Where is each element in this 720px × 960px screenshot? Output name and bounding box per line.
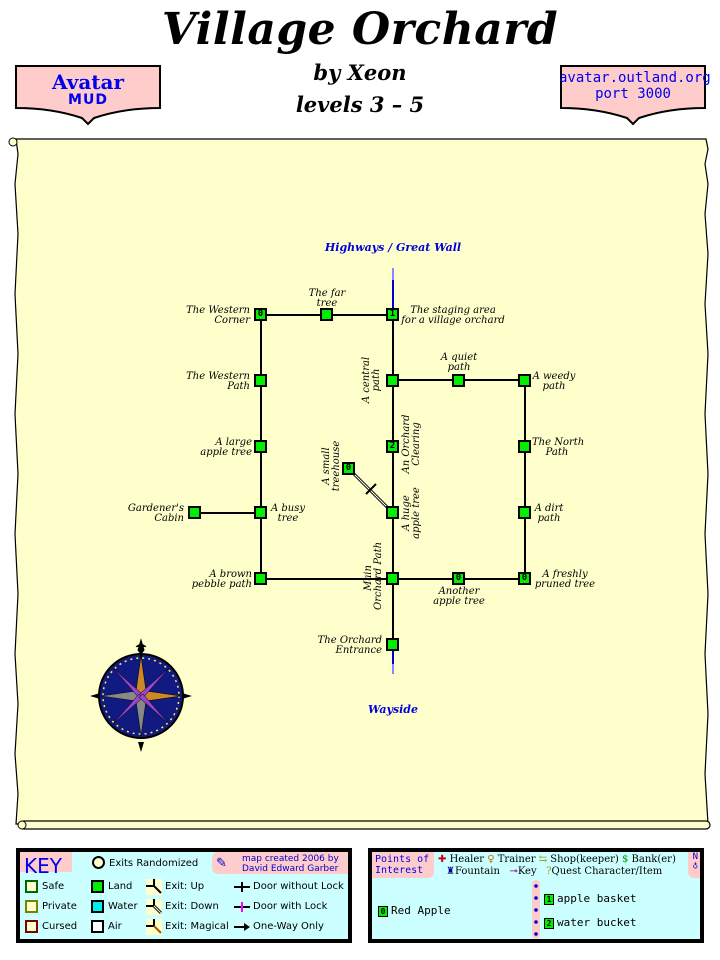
- cursed-swatch-icon: [25, 920, 38, 933]
- key-private: Private: [42, 901, 77, 912]
- key-title: KEY: [24, 854, 62, 878]
- poi-legend-row2: ♜Fountain ⊸Key ?Quest Character/Item: [446, 866, 663, 877]
- scroll-curl-top-icon: [8, 137, 18, 147]
- trainer-icon: ♀: [487, 854, 495, 865]
- key-legend-panel: KEY Exits Randomized ✎ map created 2006 …: [16, 848, 352, 943]
- poi-item: 1 apple basket: [544, 892, 636, 905]
- label-huge-apple-tree: A huge apple tree: [401, 487, 422, 539]
- key-cursed: Cursed: [42, 921, 78, 932]
- label-western-path: The Western Path: [186, 371, 250, 392]
- label-dirt-path: A dirt path: [534, 503, 564, 524]
- label-busy-tree: A busy tree: [270, 503, 306, 524]
- water-swatch-icon: [91, 900, 104, 913]
- key-one-way: One-Way Only: [253, 921, 324, 932]
- label-quiet-path: A quiet path: [440, 352, 478, 373]
- label-western-corner: The Western Corner: [186, 305, 250, 326]
- room-main-orchard-path[interactable]: [386, 572, 399, 585]
- label-brown-pebble-path: A brown pebble path: [191, 569, 252, 590]
- room-gardeners-cabin[interactable]: [188, 506, 201, 519]
- room-busy-tree[interactable]: [254, 506, 267, 519]
- label-far-tree: The far tree: [308, 288, 346, 309]
- room-western-corner[interactable]: 0: [254, 308, 267, 321]
- exit-south-label[interactable]: Wayside: [293, 703, 493, 716]
- label-gardeners-cabin: Gardener's Cabin: [127, 503, 184, 524]
- compass-rose-icon: [90, 638, 192, 752]
- shop-icon: ⇆: [538, 854, 548, 865]
- avatar-mud-sign: Avatar MUD: [14, 64, 162, 126]
- scroll-quill-icon: ✎: [216, 856, 227, 871]
- room-quiet-path[interactable]: [452, 374, 465, 387]
- server-host: avatar.outland.org: [559, 70, 711, 86]
- room-another-apple-tree[interactable]: 0: [452, 572, 465, 585]
- server-port: port 3000: [595, 86, 671, 102]
- scroll-rod-bottom: [19, 820, 711, 830]
- label-central-path: A central path: [361, 356, 382, 404]
- room-dirt-path[interactable]: [518, 506, 531, 519]
- label-another-apple-tree: Another apple tree: [433, 586, 485, 607]
- key-air: Air: [108, 921, 122, 932]
- label-staging-area: The staging area for a village orchard: [401, 305, 505, 326]
- room-western-path[interactable]: [254, 374, 267, 387]
- label-freshly-pruned-tree: A freshly pruned tree: [534, 569, 596, 590]
- poi-legend-row1: ✚ Healer ♀ Trainer ⇆ Shop(keeper) $ Bank…: [438, 854, 676, 865]
- room-small-treehouse[interactable]: 0: [342, 462, 355, 475]
- compass-north-icon: N ♁: [692, 852, 698, 871]
- healer-icon: ✚: [438, 854, 447, 865]
- door-types-icons: [234, 882, 250, 931]
- label-weedy-path: A weedy path: [532, 371, 576, 392]
- key-exit-down: Exit: Down: [165, 901, 219, 912]
- label-orchard-entrance: The Orchard Entrance: [317, 635, 382, 656]
- label-main-orchard-path: Main Orchard Path: [363, 541, 384, 610]
- room-weedy-path[interactable]: [518, 374, 531, 387]
- sign-avatar-text: Avatar: [51, 70, 125, 94]
- room-central-path[interactable]: [386, 374, 399, 387]
- room-orchard-entrance[interactable]: [386, 638, 399, 651]
- private-swatch-icon: [25, 900, 38, 913]
- key-exit-up: Exit: Up: [165, 881, 205, 892]
- label-north-path: The North Path: [532, 437, 585, 458]
- room-freshly-pruned-tree[interactable]: 0: [518, 572, 531, 585]
- fountain-icon: ♜: [446, 866, 455, 877]
- label-large-apple-tree: A large apple tree: [200, 437, 252, 458]
- bank-icon: $: [621, 854, 629, 865]
- label-small-treehouse: A small treehouse: [321, 440, 342, 492]
- room-large-apple-tree[interactable]: [254, 440, 267, 453]
- room-brown-pebble-path[interactable]: [254, 572, 267, 585]
- poi-title: Points of Interest: [375, 854, 430, 876]
- exit-north-label[interactable]: Highways / Great Wall: [293, 241, 493, 254]
- key-icon: ⊸: [509, 866, 518, 877]
- map-title: Village Orchard: [161, 4, 559, 55]
- safe-swatch-icon: [25, 880, 38, 893]
- map-credit: map created 2006 by David Edward Garber: [242, 854, 339, 874]
- server-address-text: avatar.outland.org port 3000: [559, 70, 711, 102]
- column-divider: [534, 884, 538, 936]
- label-orchard-clearing: An Orchard Clearing: [401, 414, 422, 474]
- key-door-without-lock: Door without Lock: [253, 881, 344, 892]
- server-address-sign: avatar.outland.org port 3000: [559, 64, 711, 126]
- sign-mud-text: MUD: [68, 92, 108, 108]
- scroll-curl-bottom-icon: [17, 820, 27, 830]
- map-scroll: Highways / Great Wall Wayside 0 1 2 0 0 …: [6, 134, 714, 834]
- key-land: Land: [108, 881, 133, 892]
- exits-randomized-icon: [92, 856, 105, 869]
- key-safe: Safe: [42, 881, 65, 892]
- exit-types-icons: [146, 879, 162, 935]
- room-north-path[interactable]: [518, 440, 531, 453]
- poi-item: 0 Red Apple: [378, 904, 451, 917]
- room-far-tree[interactable]: [320, 308, 333, 321]
- exits-randomized-label: Exits Randomized: [109, 858, 199, 869]
- key-water: Water: [108, 901, 138, 912]
- room-huge-apple-tree[interactable]: [386, 506, 399, 519]
- key-exit-magical: Exit: Magical: [165, 921, 229, 932]
- points-of-interest-panel: Points of Interest N ♁ ✚ Healer ♀ Trainer …: [368, 848, 704, 943]
- air-swatch-icon: [91, 920, 104, 933]
- room-orchard-clearing[interactable]: 2: [386, 440, 399, 453]
- key-door-with-lock: Door with Lock: [253, 901, 328, 912]
- land-swatch-icon: [91, 880, 104, 893]
- poi-item: 2 water bucket: [544, 916, 636, 929]
